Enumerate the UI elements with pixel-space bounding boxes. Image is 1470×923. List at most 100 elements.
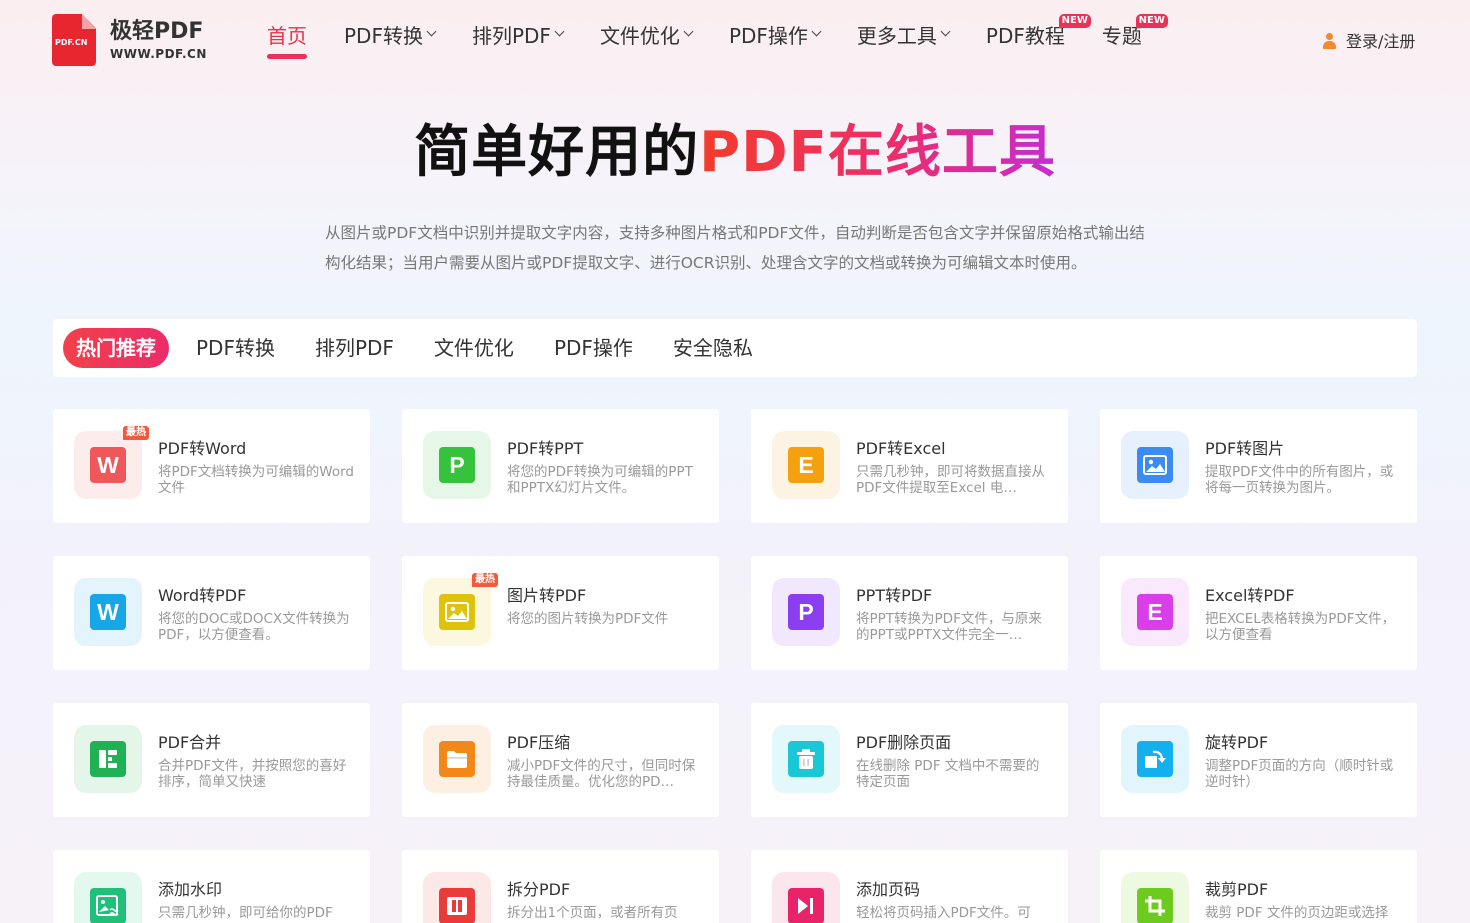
pdf-logo-icon: PDF.CN (52, 14, 96, 66)
tool-icon-box (772, 725, 840, 793)
tool-card[interactable]: P PDF转PPT 将您的PDF转换为可编辑的PPT和PPTX幻灯片文件。 (402, 409, 719, 523)
ppt-icon: P (788, 594, 824, 630)
chevron-down-icon (683, 26, 694, 37)
tool-description: 拆分出1个页面，或者所有页 (507, 905, 678, 921)
split-icon (439, 888, 475, 923)
tool-description: 把EXCEL表格转换为PDF文件，以方便查看 (1205, 611, 1396, 643)
tool-description: 将您的PDF转换为可编辑的PPT和PPTX幻灯片文件。 (507, 464, 693, 496)
nav-item-5[interactable]: 更多工具 (857, 20, 951, 60)
excel-icon: E (788, 447, 824, 483)
tab-3[interactable]: 文件优化 (434, 328, 514, 368)
tool-card[interactable]: PDF删除页面在线删除 PDF 文档中不需要的特定页面 (751, 703, 1068, 817)
tab-4[interactable]: PDF操作 (554, 328, 633, 368)
tool-description: 减小PDF文件的尺寸，但同时保持最佳质量。优化您的PD… (507, 758, 696, 790)
tool-title: 拆分PDF (507, 880, 571, 899)
logo-name: 极轻PDF (110, 19, 204, 44)
nav-item-6[interactable]: PDF教程 NEW (986, 14, 1091, 60)
tool-card[interactable]: 拆分PDF 拆分出1个页面，或者所有页 (402, 850, 719, 923)
tool-icon-box (772, 872, 840, 923)
login-label: 登录/注册 (1346, 32, 1416, 51)
login-register-link[interactable]: 登录/注册 (1322, 28, 1415, 52)
tool-description: 裁剪 PDF 文件的页边距或选择 (1205, 905, 1389, 921)
hot-badge: 最热 (123, 426, 149, 440)
chevron-down-icon (426, 26, 437, 37)
chevron-down-icon (940, 26, 951, 37)
tab-0[interactable]: 热门推荐 (63, 328, 169, 368)
word-icon: W (90, 447, 126, 483)
tool-icon-box: P (772, 578, 840, 646)
tool-title: 添加页码 (856, 880, 921, 899)
tool-icon-box (74, 725, 142, 793)
tool-card[interactable]: 旋转PDF 调整PDF页面的方向（顺时针或逆时针） (1100, 703, 1417, 817)
tool-icon-box: P (423, 431, 491, 499)
tool-card[interactable]: PDF合并合并PDF文件，并按照您的喜好排序，简单又快速 (53, 703, 370, 817)
site-logo[interactable]: PDF.CN 极轻PDF WWW.PDF.CN (52, 14, 222, 66)
tool-icon-box: E (1121, 578, 1189, 646)
tool-description: 调整PDF页面的方向（顺时针或逆时针） (1205, 758, 1394, 790)
tool-card[interactable]: E PDF转Excel 只需几秒钟，即可将数据直接从PDF文件提取至Excel 电… (751, 409, 1068, 523)
merge-icon (90, 741, 126, 777)
nav-item-3[interactable]: 文件优化 (600, 20, 694, 60)
tab-5[interactable]: 安全隐私 (673, 328, 753, 368)
nav-item-label: 首页 (267, 24, 307, 48)
crop-icon (1137, 888, 1173, 923)
category-tabs: 热门推荐 PDF转换 排列PDF 文件优化 PDF操作 安全隐私 (53, 319, 1417, 377)
tool-card[interactable]: 最热 图片转PDF 将您的图片转换为PDF文件 (402, 556, 719, 670)
page-number-icon (788, 888, 824, 923)
nav-item-4[interactable]: PDF操作 (728, 20, 822, 60)
hero-description: 从图片或PDF文档中识别并提取文字内容，支持多种图片格式和PDF文件，自动判断是… (325, 224, 1145, 272)
tool-icon-box (423, 578, 491, 646)
tool-description: 将您的图片转换为PDF文件 (507, 611, 669, 627)
tool-card[interactable]: PDF压缩减小PDF文件的尺寸，但同时保持最佳质量。优化您的PD… (402, 703, 719, 817)
header: PDF.CN 极轻PDF WWW.PDF.CN 首页 PDF转换 排列PDF 文件优化… (0, 0, 1470, 80)
tool-icon-box (423, 725, 491, 793)
image-icon (439, 594, 475, 630)
chevron-down-icon (811, 26, 822, 37)
tool-card[interactable]: 添加页码轻松将页码插入PDF文件。可 (751, 850, 1068, 923)
watermark-icon (90, 888, 126, 923)
nav-item-label: 排列PDF (471, 24, 551, 48)
tool-description: 只需几秒钟，即可将数据直接从PDF文件提取至Excel 电… (856, 464, 1045, 496)
nav-item-label: PDF转换 (344, 24, 423, 48)
tool-title: PDF压缩 (507, 733, 571, 752)
tab-1[interactable]: PDF转换 (196, 328, 275, 368)
tool-description: 将PPT转换为PDF文件，与原来的PPT或PPTX文件完全一… (856, 611, 1042, 643)
tool-card[interactable]: PDF转图片 提取PDF文件中的所有图片，或将每一页转换为图片。 (1100, 409, 1417, 523)
chevron-down-icon (554, 26, 565, 37)
tool-title: 图片转PDF (507, 586, 587, 605)
excel-icon: E (1137, 594, 1173, 630)
tool-title: PDF合并 (158, 733, 222, 752)
logo-url: WWW.PDF.CN (110, 47, 207, 61)
tool-description: 轻松将页码插入PDF文件。可 (856, 905, 1031, 921)
tool-card[interactable]: E Excel转PDF 把EXCEL表格转换为PDF文件，以方便查看 (1100, 556, 1417, 670)
tool-title: 旋转PDF (1205, 733, 1269, 752)
tool-card[interactable]: 添加水印 只需几秒钟，即可给你的PDF (53, 850, 370, 923)
nav-item-1[interactable]: PDF转换 (344, 20, 437, 60)
tool-icon-box: E (772, 431, 840, 499)
tool-title: Word转PDF (158, 586, 247, 605)
tool-title: PDF转Excel (856, 439, 946, 458)
tool-card[interactable]: P PPT转PDF 将PPT转换为PDF文件，与原来的PPT或PPTX文件完全一… (751, 556, 1068, 670)
nav-item-2[interactable]: 排列PDF (471, 20, 565, 60)
tool-icon-box (1121, 431, 1189, 499)
tool-icon-box: W (74, 578, 142, 646)
nav-item-label: PDF操作 (728, 24, 808, 48)
hot-badge: 最热 (472, 573, 498, 587)
tool-description: 提取PDF文件中的所有图片，或将每一页转换为图片。 (1205, 464, 1394, 496)
tool-description: 只需几秒钟，即可给你的PDF (158, 905, 333, 921)
tool-card[interactable]: W Word转PDF 将您的DOC或DOCX文件转换为PDF，以方便查看。 (53, 556, 370, 670)
tool-card[interactable]: 裁剪PDF 裁剪 PDF 文件的页边距或选择 (1100, 850, 1417, 923)
ppt-icon: P (439, 447, 475, 483)
tool-icon-box: W (74, 431, 142, 499)
tool-description: 合并PDF文件，并按照您的喜好排序，简单又快速 (158, 758, 347, 790)
tool-icon-box (1121, 872, 1189, 923)
tool-card[interactable]: W 最热 PDF转Word 将PDF文档转换为可编辑的Word文件 (53, 409, 370, 523)
word-icon: W (90, 594, 126, 630)
nav-item-7[interactable]: 专题 NEW (1102, 14, 1168, 60)
hero-title: 简单好用的PDF在线工具 (414, 120, 1056, 185)
nav-item-0[interactable]: 首页 (267, 20, 307, 60)
tab-2[interactable]: 排列PDF (315, 328, 394, 368)
tool-title: PDF删除页面 (856, 733, 952, 752)
tool-description: 在线删除 PDF 文档中不需要的特定页面 (856, 758, 1040, 790)
tool-description: 将您的DOC或DOCX文件转换为PDF，以方便查看。 (158, 611, 350, 643)
